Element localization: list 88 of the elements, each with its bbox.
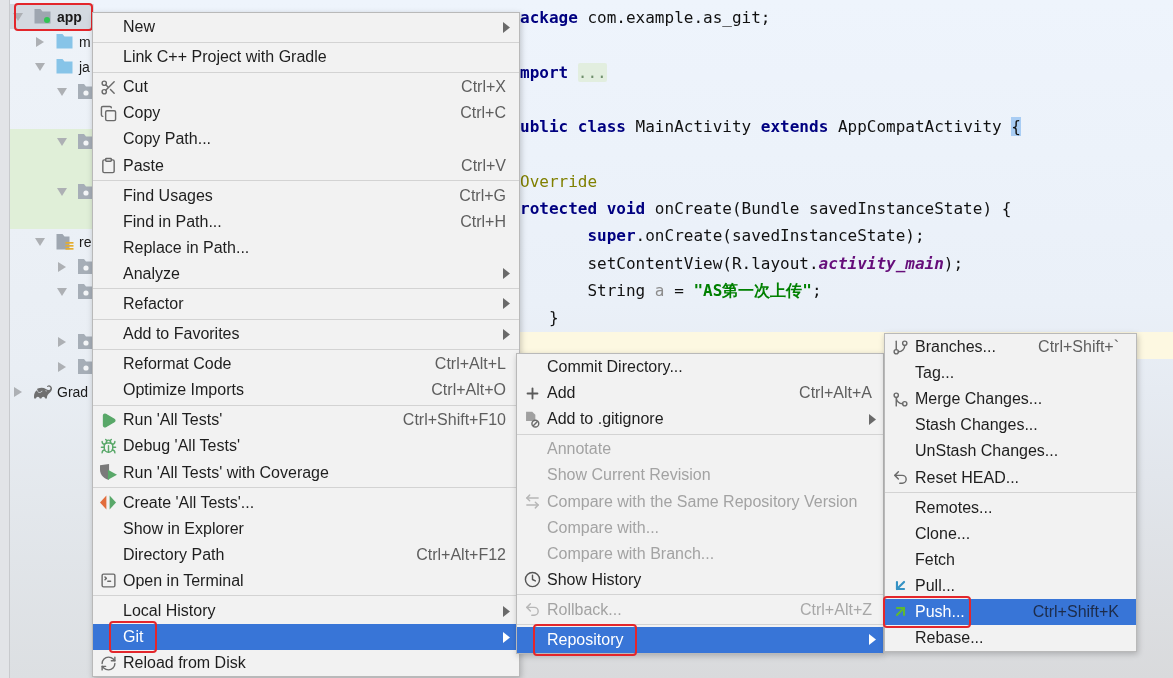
merge-icon bbox=[891, 390, 909, 408]
menu-item[interactable]: Optimize Imports Ctrl+Alt+O bbox=[93, 377, 519, 404]
menu-item[interactable]: Rebase... bbox=[885, 625, 1136, 652]
code-line: ublic class MainActivity extends AppCompatActivity { bbox=[520, 116, 1021, 139]
tree-item[interactable]: re bbox=[10, 229, 94, 254]
menu-item[interactable]: Analyze bbox=[93, 260, 519, 287]
shortcut-text: Ctrl+Alt+L bbox=[434, 355, 506, 374]
copy-icon bbox=[99, 104, 117, 122]
code-line: ackage com.example.as_git; bbox=[520, 7, 771, 29]
menu-item[interactable]: Add to .gitignore bbox=[517, 406, 883, 433]
shield-play-icon bbox=[99, 464, 117, 482]
shortcut-text: Ctrl+X bbox=[461, 78, 506, 97]
shortcut-text: Ctrl+Shift+K bbox=[1032, 603, 1119, 621]
menu-item[interactable]: Pull... bbox=[885, 572, 1136, 599]
resource-folder-icon bbox=[56, 233, 74, 250]
menu-item[interactable]: Paste Ctrl+V bbox=[93, 152, 519, 179]
branch-icon bbox=[891, 338, 909, 356]
menu-item[interactable]: Clone... bbox=[885, 520, 1136, 547]
tree-item[interactable]: m bbox=[10, 29, 94, 54]
elephant-icon bbox=[34, 382, 52, 401]
menu-item[interactable]: Find in Path... Ctrl+H bbox=[93, 208, 519, 235]
undo-icon bbox=[891, 469, 909, 486]
menu-item[interactable]: Remotes... bbox=[885, 494, 1136, 521]
shortcut-text: Ctrl+G bbox=[459, 186, 506, 205]
shortcut-text: Ctrl+Alt+A bbox=[799, 384, 872, 403]
file-blocked-icon bbox=[524, 410, 540, 428]
menu-item[interactable]: Push... Ctrl+Shift+K bbox=[885, 598, 1136, 626]
menu-item[interactable]: Replace in Path... bbox=[93, 234, 519, 261]
menu-item[interactable]: Show History bbox=[517, 566, 883, 593]
bug-icon bbox=[99, 437, 117, 455]
code-line: rotected void onCreate(Bundle savedInstanceState) { bbox=[520, 198, 1012, 221]
menu-item[interactable]: Cut Ctrl+X bbox=[93, 74, 519, 101]
shortcut-text: Ctrl+Alt+O bbox=[431, 381, 506, 400]
swap-arrows-icon bbox=[523, 493, 541, 510]
tree-item[interactable]: app bbox=[10, 4, 94, 29]
menu-item[interactable]: Copy Ctrl+C bbox=[93, 100, 519, 127]
code-line: Override bbox=[520, 170, 598, 193]
refresh-icon bbox=[99, 654, 117, 672]
menu-item[interactable]: Directory Path Ctrl+Alt+F12 bbox=[93, 541, 519, 568]
shortcut-text: Ctrl+Alt+Z bbox=[800, 600, 872, 619]
shortcut-text: Ctrl+Shift+` bbox=[1038, 338, 1119, 357]
tree-item[interactable]: Grad bbox=[10, 379, 94, 404]
menu-item[interactable]: New bbox=[93, 14, 519, 41]
menu-item[interactable]: Create 'All Tests'... bbox=[93, 489, 519, 516]
triangles-icon bbox=[100, 495, 116, 511]
code-line: super.onCreate(savedInstanceState); bbox=[587, 225, 925, 248]
menu-item[interactable]: Open in Terminal bbox=[93, 567, 519, 594]
menu-item[interactable]: Fetch bbox=[885, 546, 1136, 573]
folder-icon bbox=[56, 34, 74, 49]
menu-item[interactable]: Add to Favorites bbox=[93, 321, 519, 348]
menu-item[interactable]: Add Ctrl+Alt+A bbox=[517, 380, 883, 407]
shortcut-text: Ctrl+Shift+F10 bbox=[402, 411, 506, 430]
shortcut-text: Ctrl+V bbox=[461, 156, 506, 175]
terminal-icon bbox=[99, 572, 117, 590]
undo-icon bbox=[523, 601, 541, 619]
code-line: } bbox=[548, 307, 559, 330]
menu-item[interactable]: Commit Directory... bbox=[517, 354, 883, 381]
scissors-icon bbox=[99, 78, 117, 96]
menu-item[interactable]: Stash Changes... bbox=[885, 412, 1136, 439]
menu-item[interactable]: Find Usages Ctrl+G bbox=[93, 182, 519, 209]
menu-item[interactable]: Link C++ Project with Gradle bbox=[93, 44, 519, 71]
menu-item[interactable]: Branches... Ctrl+Shift+` bbox=[885, 334, 1136, 361]
menu-item[interactable]: Run 'All Tests' with Coverage bbox=[93, 459, 519, 486]
code-line: setContentView(R.layout.activity_main); bbox=[587, 252, 964, 275]
menu-item[interactable]: Reset HEAD... bbox=[885, 464, 1136, 491]
tree-item[interactable]: ja bbox=[10, 54, 94, 79]
code-line: String a = "AS第一次上传"; bbox=[587, 279, 822, 302]
code-line: mport ... bbox=[520, 61, 607, 84]
shortcut-text: Ctrl+C bbox=[460, 104, 506, 123]
menu-item[interactable]: Show in Explorer bbox=[93, 515, 519, 542]
folder-icon bbox=[56, 59, 74, 74]
menu-item[interactable]: Reload from Disk bbox=[93, 650, 519, 677]
menu-item[interactable]: UnStash Changes... bbox=[885, 438, 1136, 465]
menu-item[interactable]: Run 'All Tests' Ctrl+Shift+F10 bbox=[93, 407, 519, 434]
shortcut-text: Ctrl+Alt+F12 bbox=[416, 545, 506, 564]
clock-icon bbox=[523, 571, 541, 589]
menu-item[interactable]: Debug 'All Tests' bbox=[93, 433, 519, 460]
clipboard-icon bbox=[99, 157, 117, 174]
tree-item[interactable] bbox=[10, 129, 94, 154]
menu-item[interactable]: Git bbox=[93, 624, 519, 651]
menu-item[interactable]: Refactor bbox=[93, 290, 519, 318]
shortcut-text: Ctrl+H bbox=[460, 212, 506, 231]
menu-item[interactable]: Repository bbox=[517, 626, 883, 654]
menu-item[interactable]: Reformat Code Ctrl+Alt+L bbox=[93, 351, 519, 378]
menu-item[interactable]: Tag... bbox=[885, 360, 1136, 387]
menu-item[interactable]: Local History bbox=[93, 597, 519, 625]
menu-item[interactable]: Merge Changes... bbox=[885, 386, 1136, 413]
menu-item[interactable]: Copy Path... bbox=[93, 126, 519, 153]
